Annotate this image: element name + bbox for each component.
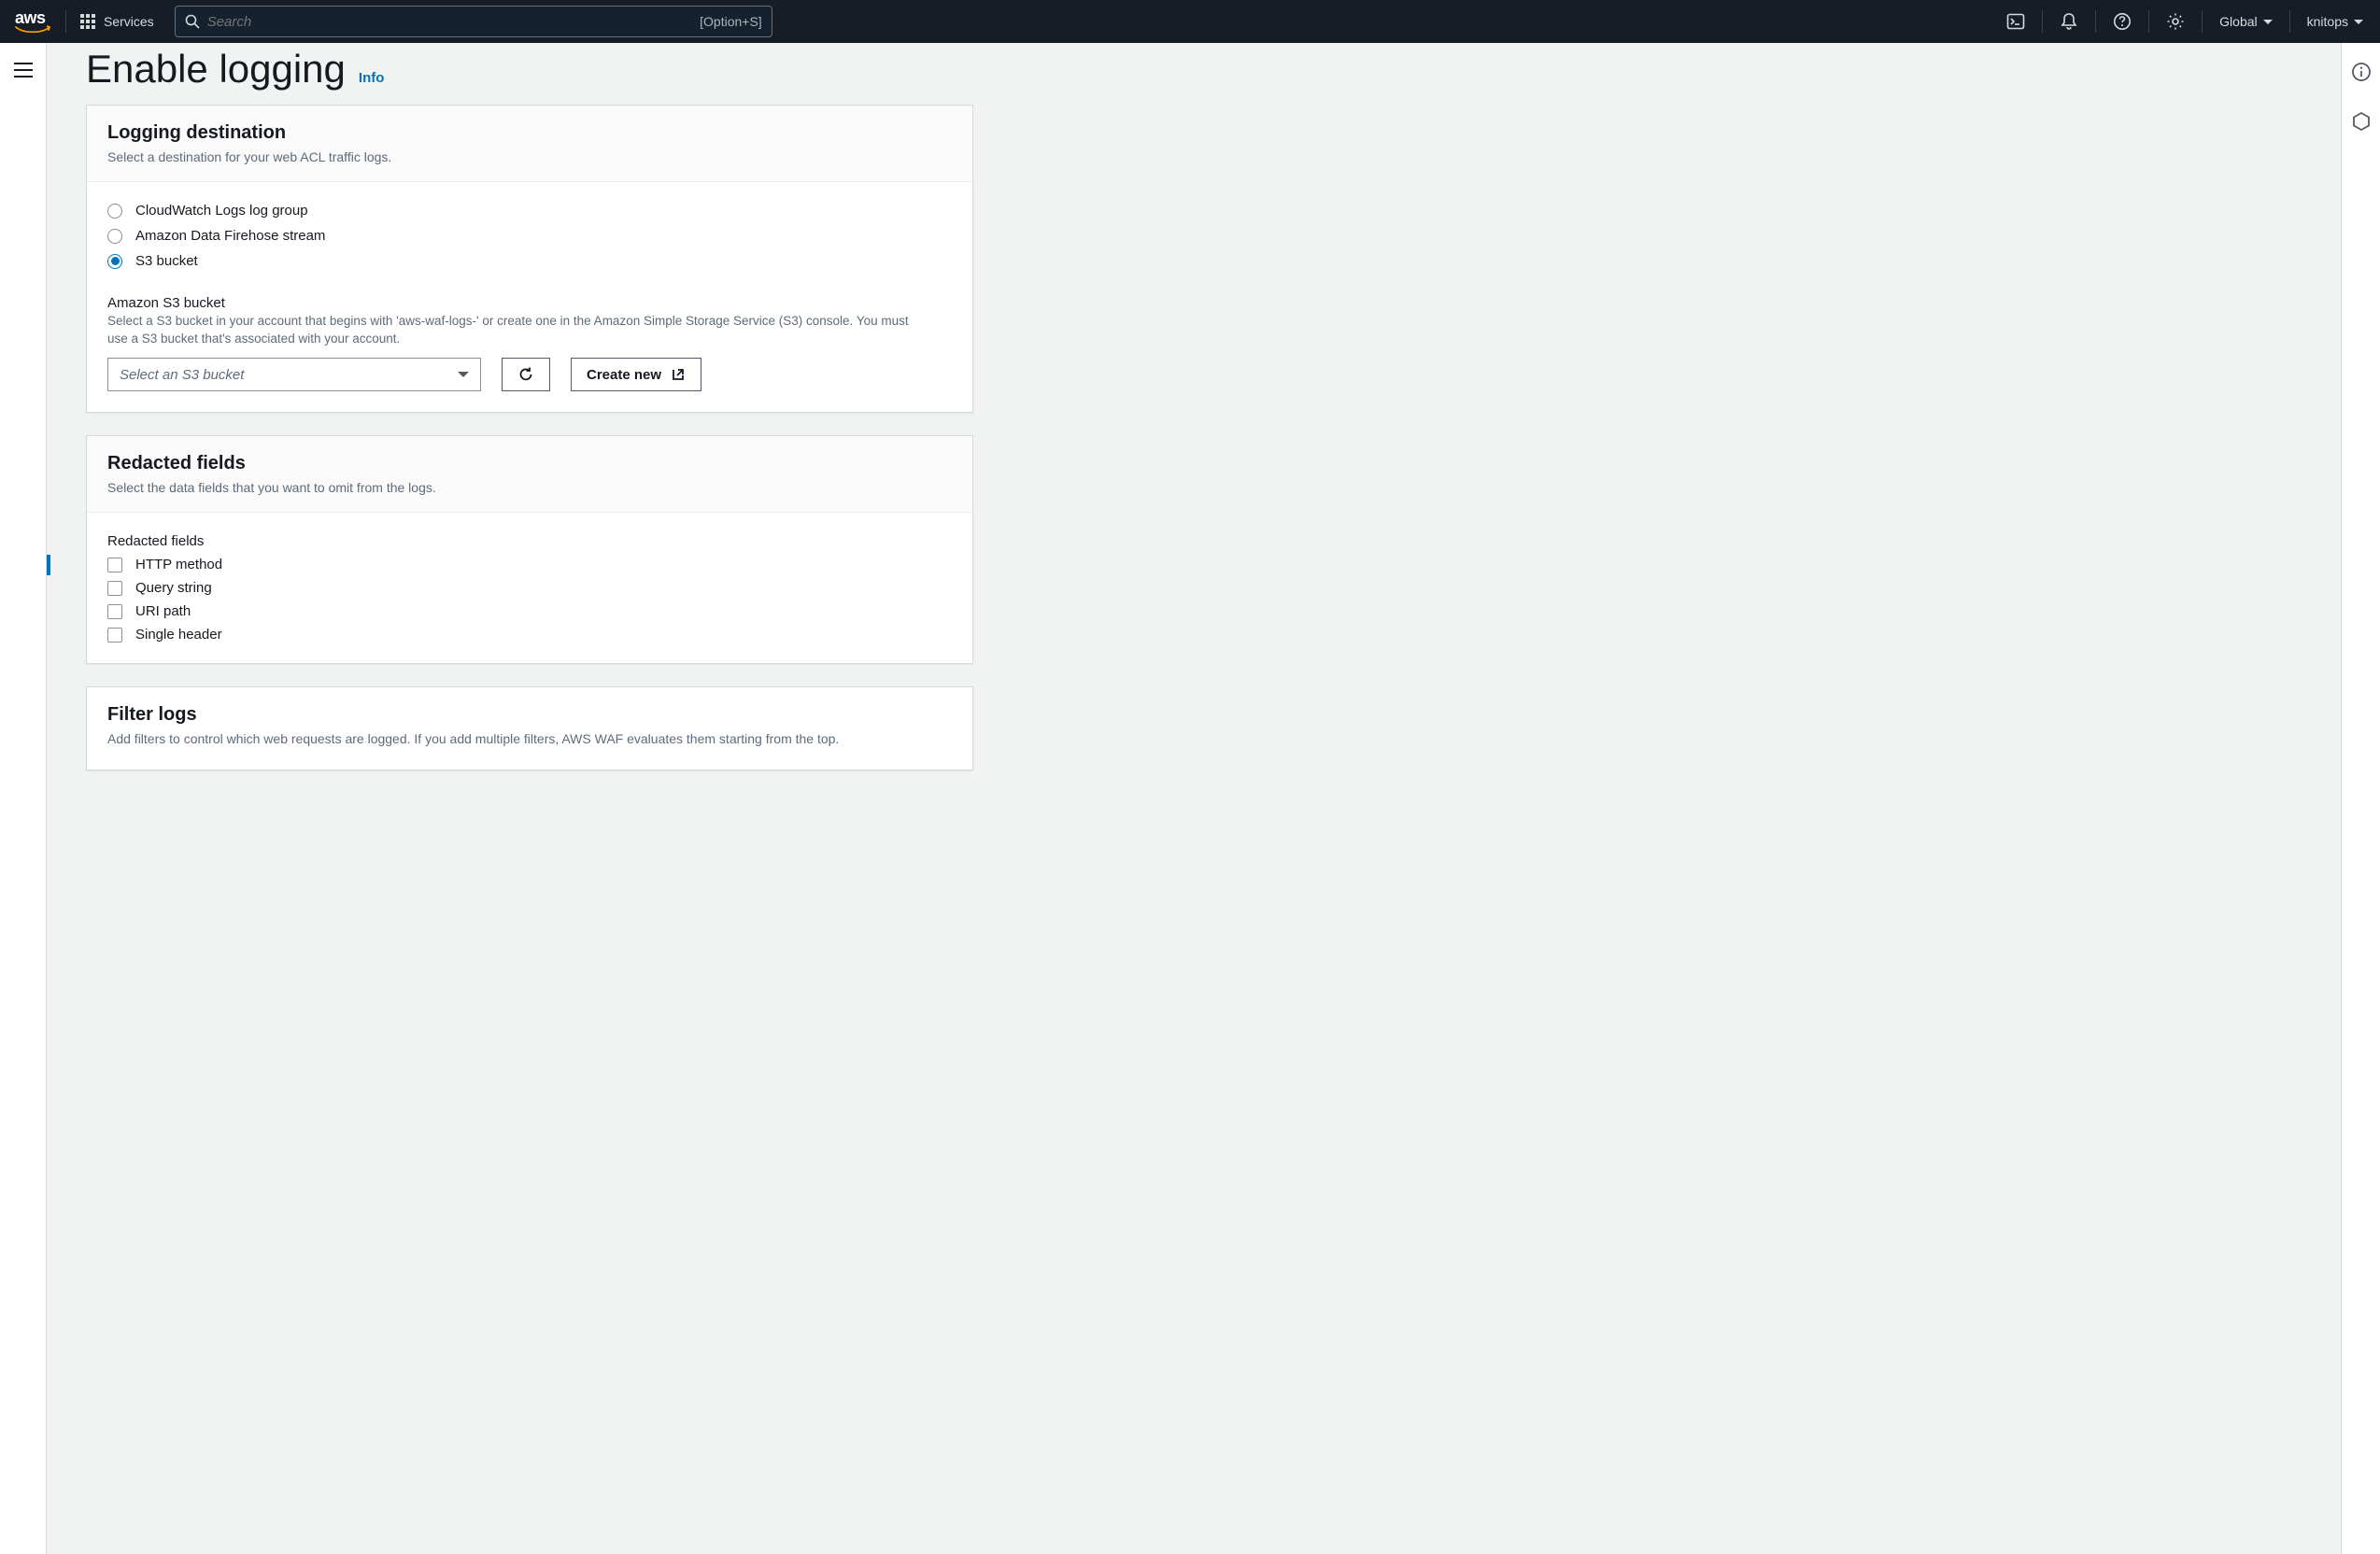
radio-icon [107, 204, 122, 219]
logging-destination-panel: Logging destination Select a destination… [86, 105, 973, 413]
cloudshell-button[interactable] [1990, 0, 2042, 43]
services-label: Services [104, 14, 154, 29]
radio-icon [107, 229, 122, 244]
create-new-button[interactable]: Create new [571, 358, 701, 391]
checkbox-icon [107, 581, 122, 596]
chevron-down-icon [458, 372, 469, 377]
checkbox-icon [107, 628, 122, 643]
main-content: Enable logging Info Logging destination … [47, 43, 2341, 1554]
checkbox-icon [107, 604, 122, 619]
checkbox-single-header[interactable]: Single header [107, 627, 952, 643]
panel-description: Add filters to control which web request… [107, 729, 952, 748]
region-selector[interactable]: Global [2203, 0, 2288, 43]
info-icon [2351, 62, 2372, 82]
help-icon [2113, 12, 2132, 31]
select-placeholder: Select an S3 bucket [120, 367, 244, 383]
search-shortcut: [Option+S] [700, 14, 762, 29]
radio-s3-bucket[interactable]: S3 bucket [107, 253, 952, 269]
scroll-indicator [47, 555, 50, 575]
refresh-icon [517, 366, 534, 383]
account-label: knitops [2307, 14, 2348, 29]
panel-description: Select the data fields that you want to … [107, 478, 952, 497]
checkbox-label: HTTP method [135, 557, 222, 572]
radio-label: Amazon Data Firehose stream [135, 228, 325, 244]
radio-label: S3 bucket [135, 253, 198, 269]
hexagon-icon [2351, 111, 2372, 132]
radio-firehose[interactable]: Amazon Data Firehose stream [107, 228, 952, 244]
external-link-icon [671, 367, 686, 382]
radio-label: CloudWatch Logs log group [135, 203, 308, 219]
aws-logo[interactable]: aws [0, 8, 65, 35]
expand-sidebar-button[interactable] [13, 62, 34, 1554]
radio-icon [107, 254, 122, 269]
cloudshell-icon [2006, 12, 2025, 31]
checkbox-label: URI path [135, 603, 191, 619]
search-icon [185, 14, 200, 29]
search-input[interactable] [200, 14, 700, 30]
settings-button[interactable] [2149, 0, 2202, 43]
checkbox-label: Single header [135, 627, 222, 643]
s3-field-help: Select a S3 bucket in your account that … [107, 313, 929, 348]
s3-field-label: Amazon S3 bucket [107, 295, 952, 311]
redacted-fields-panel: Redacted fields Select the data fields t… [86, 435, 973, 664]
page-title: Enable logging [86, 47, 346, 92]
chevron-down-icon [2354, 20, 2363, 24]
redacted-list-title: Redacted fields [107, 533, 952, 549]
redacted-checklist: HTTP method Query string URI path S [107, 557, 952, 643]
bell-icon [2060, 12, 2078, 31]
right-help-strip [2341, 43, 2380, 1554]
create-new-label: Create new [587, 367, 661, 383]
panel-title: Filter logs [107, 704, 952, 726]
account-menu[interactable]: knitops [2290, 0, 2380, 43]
checkbox-uri-path[interactable]: URI path [107, 603, 952, 619]
help-button[interactable] [2096, 0, 2148, 43]
region-label: Global [2219, 14, 2257, 29]
radio-cloudwatch[interactable]: CloudWatch Logs log group [107, 203, 952, 219]
filter-logs-panel: Filter logs Add filters to control which… [86, 686, 973, 770]
info-panel-button[interactable] [2351, 62, 2372, 87]
s3-bucket-select[interactable]: Select an S3 bucket [107, 358, 481, 391]
services-menu[interactable]: Services [66, 13, 167, 30]
grid-icon [79, 13, 96, 30]
chevron-down-icon [2263, 20, 2273, 24]
gear-icon [2166, 12, 2185, 31]
destination-radio-group: CloudWatch Logs log group Amazon Data Fi… [107, 203, 952, 269]
checkbox-query-string[interactable]: Query string [107, 580, 952, 596]
notifications-button[interactable] [2043, 0, 2095, 43]
panel-title: Redacted fields [107, 453, 952, 474]
refresh-button[interactable] [502, 358, 550, 391]
hamburger-icon [13, 62, 34, 78]
security-panel-button[interactable] [2351, 111, 2372, 136]
info-link[interactable]: Info [359, 70, 385, 86]
panel-description: Select a destination for your web ACL tr… [107, 148, 952, 166]
panel-title: Logging destination [107, 122, 952, 144]
checkbox-label: Query string [135, 580, 212, 596]
checkbox-icon [107, 558, 122, 572]
checkbox-http-method[interactable]: HTTP method [107, 557, 952, 572]
global-search[interactable]: [Option+S] [175, 6, 772, 37]
left-sidebar-collapsed [0, 43, 47, 1554]
top-nav: aws Services [Option+S] Global knitops [0, 0, 2380, 43]
